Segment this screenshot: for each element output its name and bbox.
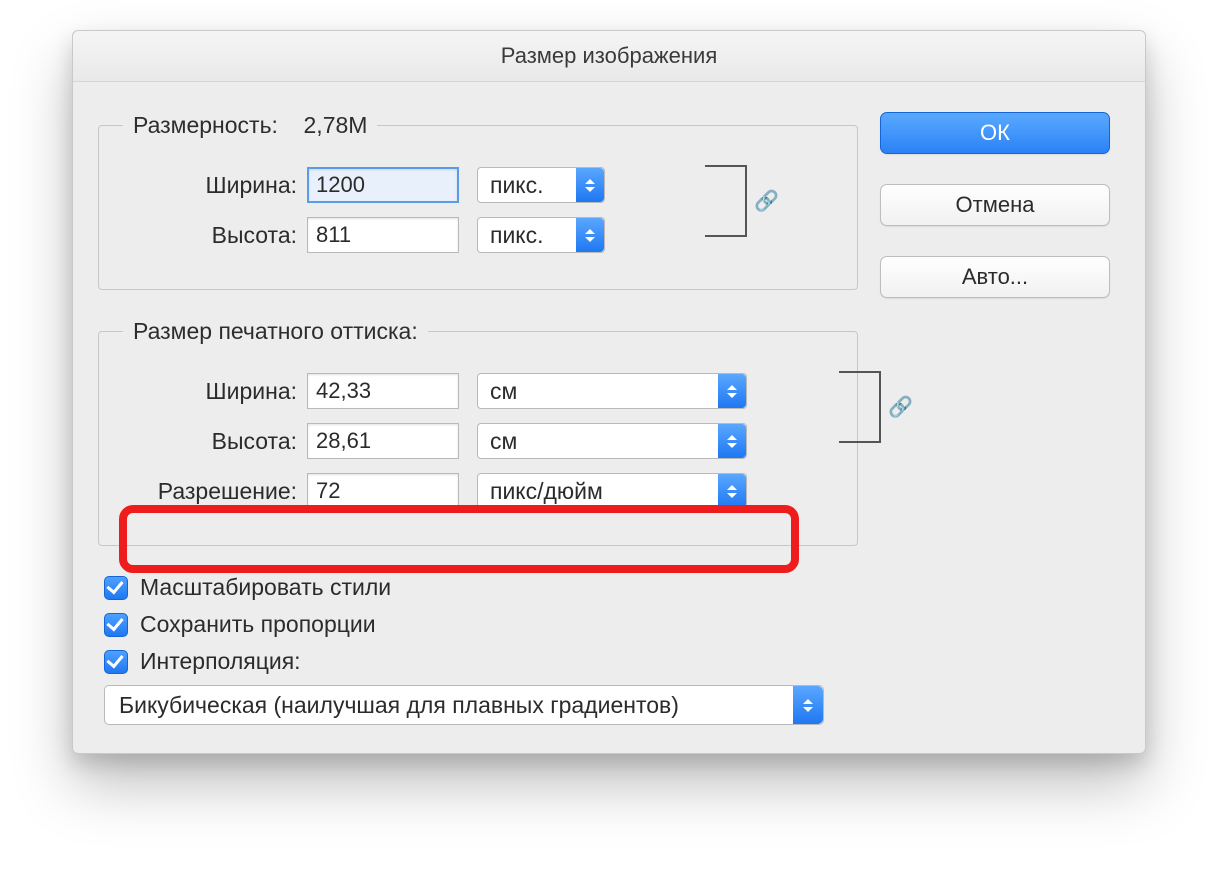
resolution-input[interactable] xyxy=(307,473,459,509)
scale-styles-label: Масштабировать стили xyxy=(140,574,391,601)
chevron-updown-icon xyxy=(576,168,604,202)
interpolation-method-select[interactable]: Бикубическая (наилучшая для плавных град… xyxy=(104,685,824,725)
pixel-width-label: Ширина: xyxy=(117,172,307,199)
chevron-updown-icon xyxy=(718,474,746,508)
pixel-dimensions-legend: Размерность: 2,78M xyxy=(123,112,377,139)
print-width-input[interactable] xyxy=(307,373,459,409)
link-icon: 🔗 xyxy=(754,189,779,214)
interpolation-method-label: Бикубическая (наилучшая для плавных град… xyxy=(119,692,679,719)
scale-styles-checkbox[interactable] xyxy=(104,576,128,600)
print-size-group: Размер печатного оттиска: Ширина: см Выс… xyxy=(98,318,858,546)
print-size-legend: Размер печатного оттиска: xyxy=(123,318,428,345)
pixel-height-input[interactable] xyxy=(307,217,459,253)
constrain-proportions-row[interactable]: Сохранить пропорции xyxy=(104,611,858,638)
chevron-updown-icon xyxy=(718,374,746,408)
chevron-updown-icon xyxy=(793,686,823,724)
print-width-unit-select[interactable]: см xyxy=(477,373,747,409)
print-height-label: Высота: xyxy=(117,428,307,455)
constrain-bracket-print: 🔗 xyxy=(839,371,881,443)
resolution-unit-label: пикс/дюйм xyxy=(490,478,603,505)
pixel-dimensions-group: Размерность: 2,78M Ширина: пикс. Высота: xyxy=(98,112,858,290)
interpolation-label: Интерполяция: xyxy=(140,648,301,675)
dialog-title: Размер изображения xyxy=(73,31,1145,82)
pixel-width-input[interactable] xyxy=(307,167,459,203)
cancel-button[interactable]: Отмена xyxy=(880,184,1110,226)
print-height-unit-select[interactable]: см xyxy=(477,423,747,459)
constrain-proportions-label: Сохранить пропорции xyxy=(140,611,376,638)
link-icon: 🔗 xyxy=(888,395,913,420)
print-height-unit-label: см xyxy=(490,428,517,455)
pixel-dimensions-legend-label: Размерность: xyxy=(133,112,278,138)
resolution-label: Разрешение: xyxy=(117,478,307,505)
resolution-highlight-annotation xyxy=(119,505,799,573)
chevron-updown-icon xyxy=(576,218,604,252)
side-column: ОК Отмена Авто... xyxy=(880,96,1120,328)
pixel-width-unit-select[interactable]: пикс. xyxy=(477,167,605,203)
pixel-height-label: Высота: xyxy=(117,222,307,249)
pixel-dimensions-value: 2,78M xyxy=(304,112,368,138)
resolution-unit-select[interactable]: пикс/дюйм xyxy=(477,473,747,509)
image-size-dialog: Размер изображения Размерность: 2,78M Ши… xyxy=(72,30,1146,754)
constrain-proportions-checkbox[interactable] xyxy=(104,613,128,637)
pixel-width-unit-label: пикс. xyxy=(490,172,544,199)
print-width-unit-label: см xyxy=(490,378,517,405)
pixel-height-unit-select[interactable]: пикс. xyxy=(477,217,605,253)
constrain-bracket: 🔗 xyxy=(705,165,747,237)
interpolation-checkbox[interactable] xyxy=(104,650,128,674)
interpolation-row[interactable]: Интерполяция: xyxy=(104,648,858,675)
main-column: Размерность: 2,78M Ширина: пикс. Высота: xyxy=(98,96,858,725)
print-height-input[interactable] xyxy=(307,423,459,459)
print-width-label: Ширина: xyxy=(117,378,307,405)
ok-button[interactable]: ОК xyxy=(880,112,1110,154)
chevron-updown-icon xyxy=(718,424,746,458)
auto-button[interactable]: Авто... xyxy=(880,256,1110,298)
pixel-height-unit-label: пикс. xyxy=(490,222,544,249)
scale-styles-row[interactable]: Масштабировать стили xyxy=(104,574,858,601)
